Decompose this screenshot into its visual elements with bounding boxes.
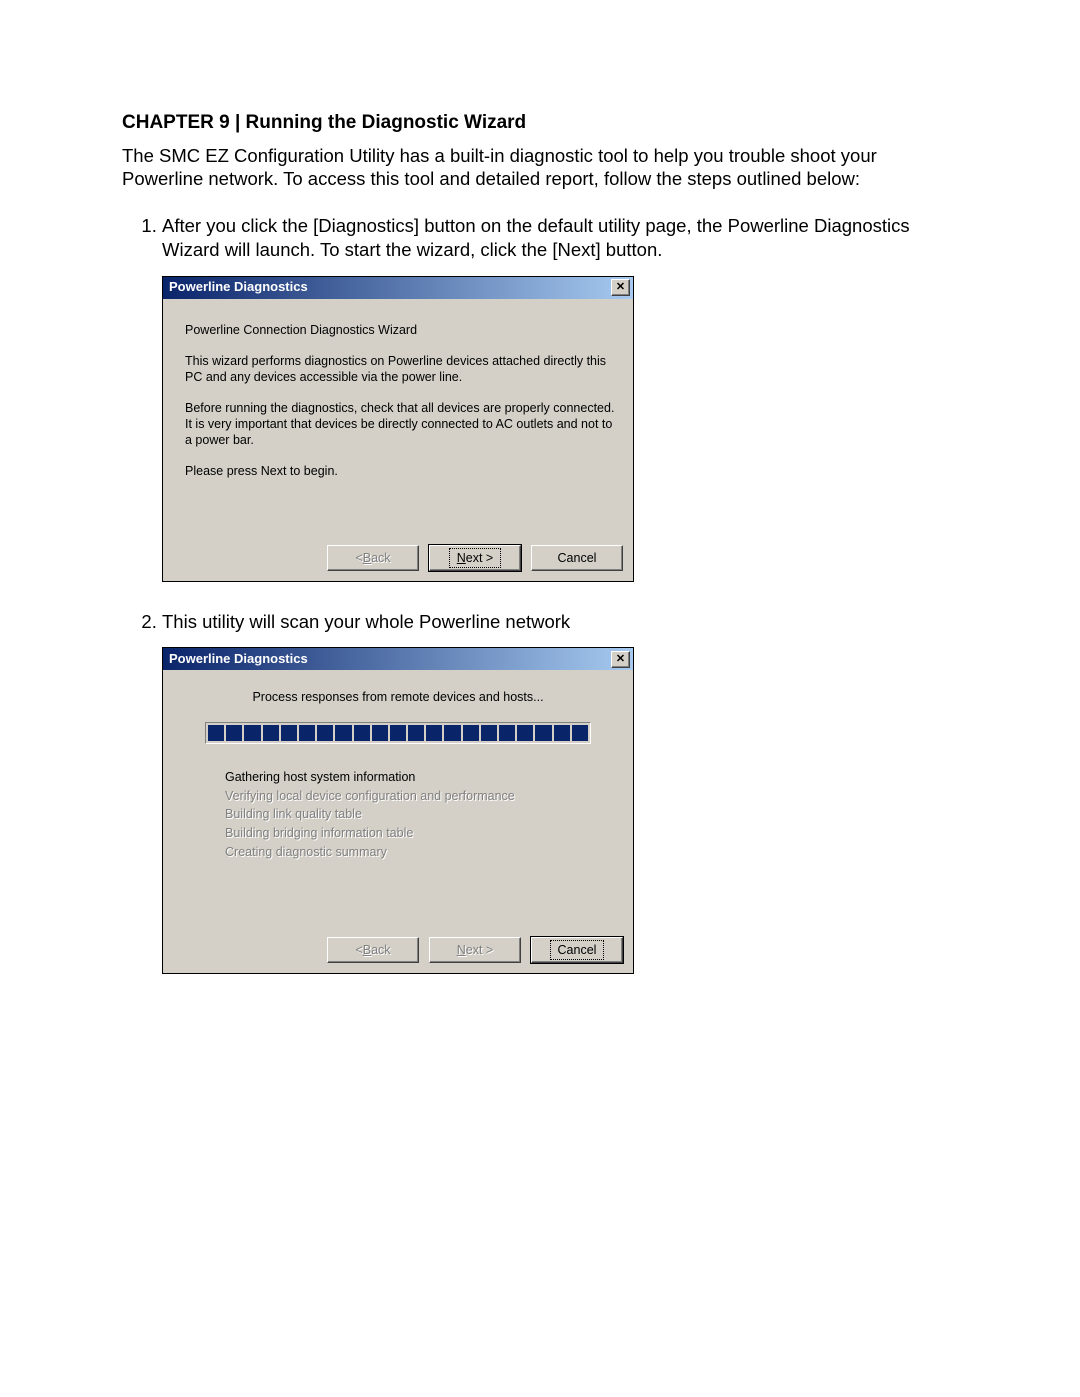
progress-segment xyxy=(554,725,570,741)
step-text: This utility will scan your whole Powerl… xyxy=(162,611,570,632)
step-item: After you click the [Diagnostics] button… xyxy=(162,214,958,581)
dialog-titlebar: Powerline Diagnostics ✕ xyxy=(163,648,633,670)
scan-task: Verifying local device configuration and… xyxy=(225,787,621,806)
progress-segment xyxy=(408,725,424,741)
progress-segment xyxy=(444,725,460,741)
close-icon[interactable]: ✕ xyxy=(611,651,630,668)
cancel-label: Cancel xyxy=(552,942,603,958)
step-item: This utility will scan your whole Powerl… xyxy=(162,610,958,975)
progress-bar xyxy=(205,722,591,744)
next-post: ext > xyxy=(466,942,493,958)
back-u: B xyxy=(363,942,371,958)
task-list: Gathering host system informationVerifyi… xyxy=(225,768,621,862)
back-button: < Back xyxy=(327,545,419,571)
dialog-title: Powerline Diagnostics xyxy=(169,279,308,296)
progress-segment xyxy=(390,725,406,741)
powerline-diagnostics-dialog: Powerline Diagnostics ✕ Powerline Connec… xyxy=(162,276,634,582)
intro-text: The SMC EZ Configuration Utility has a b… xyxy=(122,144,958,190)
wizard-desc-1: This wizard performs diagnostics on Powe… xyxy=(185,354,615,385)
next-button: Next > xyxy=(429,937,521,963)
next-u: N xyxy=(457,551,466,565)
dialog-screenshot-2: Powerline Diagnostics ✕ Process response… xyxy=(162,647,958,974)
powerline-diagnostics-dialog: Powerline Diagnostics ✕ Process response… xyxy=(162,647,634,974)
progress-segment xyxy=(372,725,388,741)
dialog-body: Process responses from remote devices an… xyxy=(163,670,633,931)
wizard-prompt: Please press Next to begin. xyxy=(185,464,615,480)
back-pre: < xyxy=(355,550,362,566)
next-post: ext > xyxy=(466,551,493,565)
dialog-title: Powerline Diagnostics xyxy=(169,651,308,668)
progress-segment xyxy=(299,725,315,741)
chapter-heading: CHAPTER 9 | Running the Diagnostic Wizar… xyxy=(122,112,958,134)
scan-task: Building link quality table xyxy=(225,805,621,824)
scan-status-text: Process responses from remote devices an… xyxy=(175,690,621,706)
progress-segment xyxy=(517,725,533,741)
dialog-body: Powerline Connection Diagnostics Wizard … xyxy=(163,299,633,539)
scan-task: Gathering host system information xyxy=(225,768,621,787)
step-text: After you click the [Diagnostics] button… xyxy=(162,215,910,260)
back-post: ack xyxy=(371,550,390,566)
progress-segment xyxy=(535,725,551,741)
cancel-label: Cancel xyxy=(558,550,597,566)
next-u: N xyxy=(457,942,466,958)
progress-segment xyxy=(335,725,351,741)
progress-segment xyxy=(463,725,479,741)
progress-segment xyxy=(226,725,242,741)
back-pre: < xyxy=(355,942,362,958)
document-page: CHAPTER 9 | Running the Diagnostic Wizar… xyxy=(0,0,1080,1397)
close-icon[interactable]: ✕ xyxy=(611,279,630,296)
progress-segment xyxy=(281,725,297,741)
dialog-button-row: < Back Next > Cancel xyxy=(163,539,633,581)
back-post: ack xyxy=(371,942,390,958)
scan-task: Building bridging information table xyxy=(225,824,621,843)
back-button: < Back xyxy=(327,937,419,963)
progress-segment xyxy=(244,725,260,741)
progress-segment xyxy=(572,725,588,741)
progress-segment xyxy=(263,725,279,741)
progress-segment xyxy=(499,725,515,741)
next-button[interactable]: Next > xyxy=(429,545,521,571)
cancel-button[interactable]: Cancel xyxy=(531,937,623,963)
dialog-button-row: < Back Next > Cancel xyxy=(163,931,633,973)
progress-segment xyxy=(354,725,370,741)
progress-segment xyxy=(208,725,224,741)
progress-segment xyxy=(426,725,442,741)
dialog-screenshot-1: Powerline Diagnostics ✕ Powerline Connec… xyxy=(162,276,958,582)
wizard-desc-2: Before running the diagnostics, check th… xyxy=(185,401,615,448)
dialog-titlebar: Powerline Diagnostics ✕ xyxy=(163,277,633,299)
progress-segment xyxy=(317,725,333,741)
steps-list: After you click the [Diagnostics] button… xyxy=(122,214,958,974)
back-u: B xyxy=(363,550,371,566)
wizard-heading-text: Powerline Connection Diagnostics Wizard xyxy=(185,323,615,339)
progress-segment xyxy=(481,725,497,741)
cancel-button[interactable]: Cancel xyxy=(531,545,623,571)
scan-task: Creating diagnostic summary xyxy=(225,843,621,862)
